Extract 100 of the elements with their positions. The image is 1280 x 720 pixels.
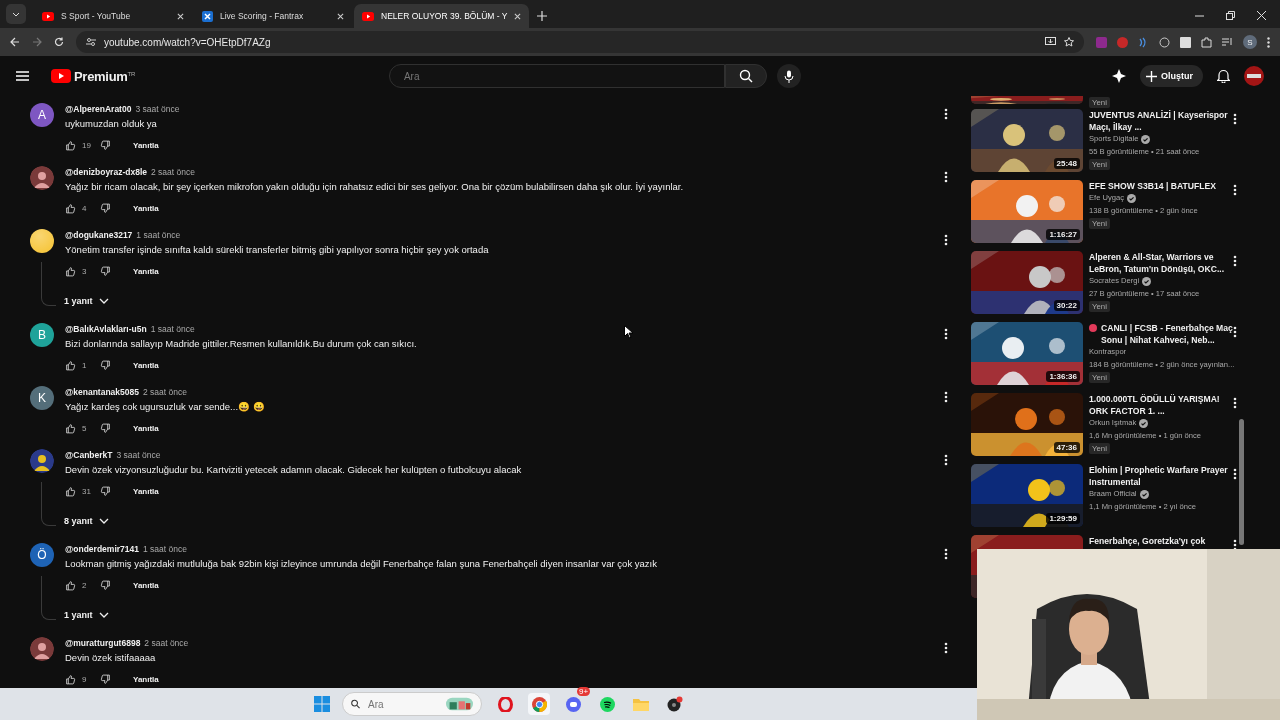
dislike-icon[interactable] bbox=[100, 202, 111, 214]
create-button[interactable]: Oluştur bbox=[1140, 65, 1203, 87]
comment-author[interactable]: @denizboyraz-dx8le bbox=[65, 166, 147, 178]
account-avatar[interactable] bbox=[1244, 66, 1264, 86]
scrollbar[interactable] bbox=[1239, 419, 1244, 545]
dislike-icon[interactable] bbox=[100, 579, 111, 591]
comment-time[interactable]: 3 saat önce bbox=[135, 103, 180, 115]
menu-icon[interactable] bbox=[1267, 36, 1270, 48]
more-icon[interactable] bbox=[1233, 255, 1237, 267]
replies-toggle[interactable]: 8 yanıt bbox=[64, 515, 109, 526]
close-icon[interactable] bbox=[1257, 11, 1266, 20]
comment-author[interactable]: @kenantanak5085 bbox=[65, 386, 139, 398]
video-title[interactable]: JUVENTUS ANALİZİ | Kayserispor Maçı, İlkay ... bbox=[1089, 109, 1237, 133]
comment-time[interactable]: 2 saat önce bbox=[142, 386, 187, 398]
comment-time[interactable]: 1 saat önce bbox=[150, 323, 195, 335]
more-icon[interactable] bbox=[944, 328, 948, 340]
more-icon[interactable] bbox=[1233, 113, 1237, 125]
comment-time[interactable]: 2 saat önce bbox=[151, 166, 195, 178]
more-icon[interactable] bbox=[1233, 397, 1237, 409]
like-icon[interactable] bbox=[65, 579, 76, 591]
more-icon[interactable] bbox=[944, 642, 948, 654]
dislike-icon[interactable] bbox=[100, 673, 111, 685]
user-avatar[interactable]: Ö bbox=[30, 543, 54, 567]
chrome-icon[interactable] bbox=[528, 693, 550, 715]
comment-time[interactable]: 1 saat önce bbox=[142, 543, 187, 555]
comment-author[interactable]: @BalıkAvlakları-u5n bbox=[65, 323, 147, 335]
forward-icon[interactable] bbox=[32, 37, 42, 47]
search-box[interactable]: Ara bbox=[342, 692, 482, 716]
youtube-logo[interactable]: Premium$^{TR}$ bbox=[51, 68, 135, 84]
more-icon[interactable] bbox=[1233, 184, 1237, 196]
reply-button[interactable]: Yanıtla bbox=[127, 484, 165, 498]
address-bar[interactable]: youtube.com/watch?v=OHEtpDf7AZg bbox=[76, 31, 1084, 53]
more-icon[interactable] bbox=[944, 234, 948, 246]
comment-time[interactable]: 2 saat önce bbox=[144, 637, 189, 649]
more-icon[interactable] bbox=[1233, 468, 1237, 480]
search-button[interactable] bbox=[724, 64, 767, 88]
reply-button[interactable]: Yanıtla bbox=[127, 358, 165, 372]
video-title[interactable]: Alperen & All-Star, Warriors ve LeBron, Tatum'ın Dönüşü, OKC... bbox=[1089, 251, 1237, 275]
sparkle-icon[interactable] bbox=[1112, 69, 1126, 83]
reply-button[interactable]: Yanıtla bbox=[127, 138, 165, 152]
video-title[interactable]: CANLI | FCSB - Fenerbahçe Maç Sonu | Nihat Kahveci, Neb... bbox=[1101, 322, 1237, 346]
video-title[interactable]: EFE SHOW S3B14 | BATUFLEX bbox=[1089, 180, 1216, 192]
new-tab-icon[interactable] bbox=[537, 11, 548, 21]
comment-author[interactable]: @AlperenArat00 bbox=[65, 103, 132, 115]
user-avatar[interactable] bbox=[30, 229, 54, 253]
like-icon[interactable] bbox=[65, 422, 76, 434]
browser-tab[interactable]: Live Scoring - Fantrax bbox=[194, 4, 352, 28]
install-icon[interactable] bbox=[1045, 37, 1056, 47]
dislike-icon[interactable] bbox=[100, 485, 111, 497]
dislike-icon[interactable] bbox=[100, 265, 111, 277]
voice-search-button[interactable] bbox=[776, 64, 801, 88]
replies-toggle[interactable]: 1 yanıt bbox=[64, 609, 109, 620]
search-field[interactable]: Ara bbox=[388, 64, 725, 88]
more-icon[interactable] bbox=[944, 391, 948, 403]
more-icon[interactable] bbox=[1233, 326, 1237, 338]
comment-author[interactable]: @muratturgut6898 bbox=[65, 637, 141, 649]
comment-author[interactable]: @onderdemir7141 bbox=[65, 543, 139, 555]
close-icon[interactable] bbox=[514, 12, 522, 20]
reply-button[interactable]: Yanıtla bbox=[127, 421, 165, 435]
dislike-icon[interactable] bbox=[100, 359, 111, 371]
extension-icon[interactable] bbox=[1138, 36, 1149, 48]
replies-toggle[interactable]: 1 yanıt bbox=[64, 295, 109, 306]
extension-icon[interactable] bbox=[1159, 36, 1170, 48]
comment-author[interactable]: @CanberkT bbox=[65, 449, 113, 461]
comment-author[interactable]: @dogukane3217 bbox=[65, 229, 133, 241]
like-icon[interactable] bbox=[65, 139, 76, 151]
menu-icon[interactable] bbox=[16, 71, 29, 81]
reload-icon[interactable] bbox=[54, 37, 64, 47]
puzzle-icon[interactable] bbox=[1201, 36, 1212, 48]
user-avatar[interactable]: A bbox=[30, 103, 54, 127]
more-icon[interactable] bbox=[944, 548, 948, 560]
video-title[interactable]: Fenerbahçe, Goretzka'yı çok bbox=[1089, 535, 1206, 547]
reply-button[interactable]: Yanıtla bbox=[127, 578, 165, 592]
restore-icon[interactable] bbox=[1226, 11, 1235, 20]
dislike-icon[interactable] bbox=[100, 139, 111, 151]
user-avatar[interactable]: K bbox=[30, 386, 54, 410]
more-icon[interactable] bbox=[944, 108, 948, 120]
reply-button[interactable]: Yanıtla bbox=[127, 672, 165, 686]
video-title[interactable]: 1.000.000TL ÖDÜLLÜ YARIŞMA! ORK FACTOR 1. ... bbox=[1089, 393, 1237, 417]
comment-time[interactable]: 3 saat önce bbox=[116, 449, 161, 461]
browser-tab[interactable]: S Sport - YouTube bbox=[34, 4, 192, 28]
reply-button[interactable]: Yanıtla bbox=[127, 201, 165, 215]
bookmark-icon[interactable] bbox=[1064, 37, 1074, 47]
bell-icon[interactable] bbox=[1217, 69, 1230, 83]
like-icon[interactable] bbox=[65, 359, 76, 371]
profile-avatar[interactable]: S bbox=[1243, 35, 1257, 49]
browser-tab[interactable]: NELER OLUYOR 39. BÖLÜM - Y bbox=[354, 4, 530, 28]
video-title[interactable]: Elohim | Prophetic Warfare Prayer Instrumental bbox=[1089, 464, 1237, 488]
more-icon[interactable] bbox=[944, 454, 948, 466]
back-icon[interactable] bbox=[10, 37, 20, 47]
like-icon[interactable] bbox=[65, 485, 76, 497]
media-icon[interactable] bbox=[1222, 36, 1233, 48]
search-field[interactable]: Ara bbox=[366, 697, 440, 711]
like-icon[interactable] bbox=[65, 673, 76, 685]
like-icon[interactable] bbox=[65, 202, 76, 214]
dislike-icon[interactable] bbox=[100, 422, 111, 434]
like-icon[interactable] bbox=[65, 265, 76, 277]
site-info-icon[interactable] bbox=[86, 37, 96, 47]
extension-icon[interactable] bbox=[1180, 36, 1191, 48]
close-icon[interactable] bbox=[177, 12, 184, 20]
